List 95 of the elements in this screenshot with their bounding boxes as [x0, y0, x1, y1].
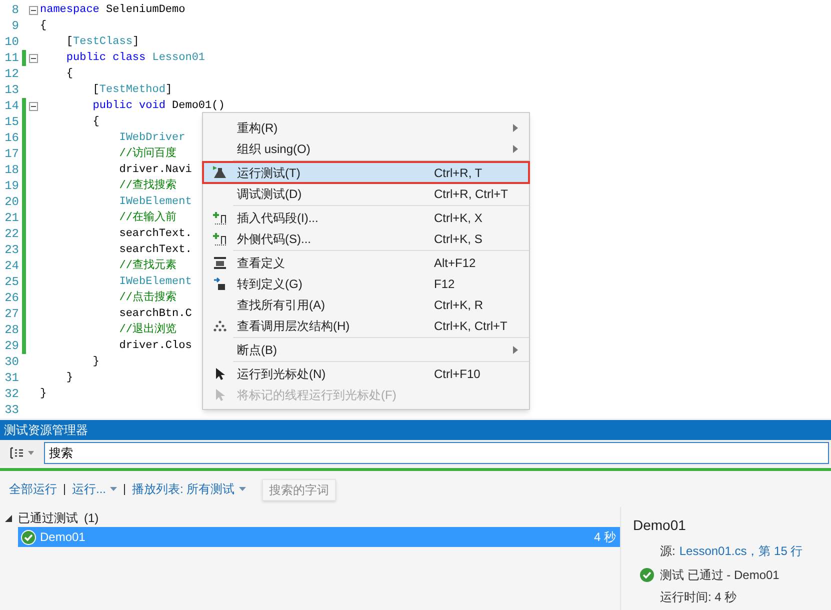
line-number: 29: [4, 338, 19, 355]
details-title: Demo01: [633, 516, 687, 535]
line-number: 11: [4, 50, 19, 67]
menu-item[interactable]: 转到定义(G) F12: [203, 273, 529, 294]
line-number: 16: [4, 130, 19, 147]
test-name: Demo01: [40, 529, 86, 546]
search-field[interactable]: 搜索: [44, 442, 829, 464]
group-label: 已通过测试: [18, 510, 78, 527]
line-number: 18: [4, 162, 19, 179]
line-number: 30: [4, 354, 19, 371]
list-icon: [10, 447, 24, 459]
menu-item[interactable]: 运行到光标处(N) Ctrl+F10: [203, 363, 529, 384]
code-line: {: [40, 18, 47, 34]
line-number: 15: [4, 114, 19, 131]
line-number: 24: [4, 258, 19, 275]
code-line: [TestMethod]: [92, 82, 172, 98]
code-line: }: [65, 370, 74, 386]
code-line: public class Lesson01: [65, 50, 206, 66]
run-time: 运行时间: 4 秒: [659, 589, 738, 606]
cursor-icon: [214, 388, 226, 402]
code-line: IWebElement: [118, 274, 192, 290]
flask-icon: [213, 166, 227, 180]
line-number: 10: [4, 34, 19, 51]
code-line: public void Demo01(): [92, 98, 225, 114]
cursor-icon: [214, 366, 226, 380]
dropdown-icon: [28, 451, 34, 455]
toolbar-link[interactable]: 全部运行: [9, 480, 57, 498]
code-line: IWebDriver: [118, 130, 186, 146]
group-count: (1): [84, 510, 99, 527]
code-line: searchText.: [118, 242, 192, 258]
definition-icon: [213, 256, 227, 270]
line-number: 26: [4, 290, 19, 307]
line-number: 25: [4, 274, 19, 291]
menu-item[interactable]: 断点(B): [203, 339, 529, 360]
test-duration: 4 秒: [594, 529, 616, 546]
line-number: 19: [4, 178, 19, 195]
line-number: 33: [4, 402, 19, 418]
code-line: searchBtn.C: [118, 306, 192, 322]
goto-icon: [213, 276, 227, 290]
source-label: 源:: [660, 543, 676, 560]
passed-icon: [640, 568, 654, 582]
test-status: 测试 已通过 - Demo01: [660, 567, 780, 584]
menu-item[interactable]: 插入代码段(I)... Ctrl+K, X: [203, 207, 529, 228]
code-line: IWebElement: [118, 194, 192, 210]
collapse-icon[interactable]: [28, 6, 38, 14]
test-group[interactable]: 已通过测试 (1): [0, 509, 620, 527]
expander-icon: [5, 514, 12, 522]
line-number: 27: [4, 306, 19, 323]
line-number: 20: [4, 194, 19, 211]
snippet-icon: [213, 232, 227, 246]
line-number: 13: [4, 82, 19, 99]
line-number: 12: [4, 66, 19, 83]
code-line: driver.Clos: [118, 338, 192, 354]
menu-item[interactable]: 调试测试(D) Ctrl+R, Ctrl+T: [203, 183, 529, 204]
code-line: //在输入前: [118, 210, 176, 226]
menu-item[interactable]: 运行测试(T) Ctrl+R, T: [203, 162, 529, 183]
line-number: 28: [4, 322, 19, 339]
line-number: 32: [4, 386, 19, 403]
code-line: //查找元素: [118, 258, 176, 274]
line-number: 23: [4, 242, 19, 259]
code-line: //点击搜索: [118, 290, 176, 306]
code-line: //访问百度: [118, 146, 176, 162]
code-line: {: [65, 66, 74, 82]
line-number: 14: [4, 98, 19, 115]
snippet-icon: [213, 210, 227, 224]
code-line: namespace SeleniumDemo: [40, 2, 186, 18]
line-number: 22: [4, 226, 19, 243]
source-link[interactable]: Lesson01.cs，第 15 行: [679, 542, 803, 560]
code-line: [TestClass]: [65, 34, 140, 50]
menu-item[interactable]: 查看定义 Alt+F12: [203, 252, 529, 273]
line-number: 21: [4, 210, 19, 227]
code-line: {: [92, 114, 100, 130]
menu-item[interactable]: 查找所有引用(A) Ctrl+K, R: [203, 294, 529, 315]
line-number: 8: [10, 2, 19, 19]
tooltip: 搜索的字词: [262, 479, 336, 501]
hierarchy-icon: [213, 318, 227, 332]
line-number: 17: [4, 146, 19, 163]
toolbar-link[interactable]: 播放列表: 所有测试: [132, 480, 246, 498]
code-line: //退出浏览: [118, 322, 176, 338]
collapse-icon[interactable]: [28, 54, 38, 62]
menu-item[interactable]: 外侧代码(S)... Ctrl+K, S: [203, 228, 529, 249]
code-line: }: [40, 386, 47, 402]
line-number: 9: [10, 18, 19, 35]
code-line: }: [92, 354, 100, 370]
menu-item[interactable]: 查看调用层次结构(H) Ctrl+K, Ctrl+T: [203, 315, 529, 336]
code-line: driver.Navi: [118, 162, 192, 178]
menu-item[interactable]: 组织 using(O): [203, 138, 529, 159]
menu-item[interactable]: 重构(R): [203, 117, 529, 138]
line-number: 31: [4, 370, 19, 387]
passed-icon: [21, 530, 36, 544]
code-line: searchText.: [118, 226, 192, 242]
collapse-icon[interactable]: [28, 102, 38, 110]
toolbar-link[interactable]: 运行...: [72, 480, 118, 498]
code-line: //查找搜索: [118, 178, 176, 194]
panel-title: 测试资源管理器: [4, 422, 88, 439]
